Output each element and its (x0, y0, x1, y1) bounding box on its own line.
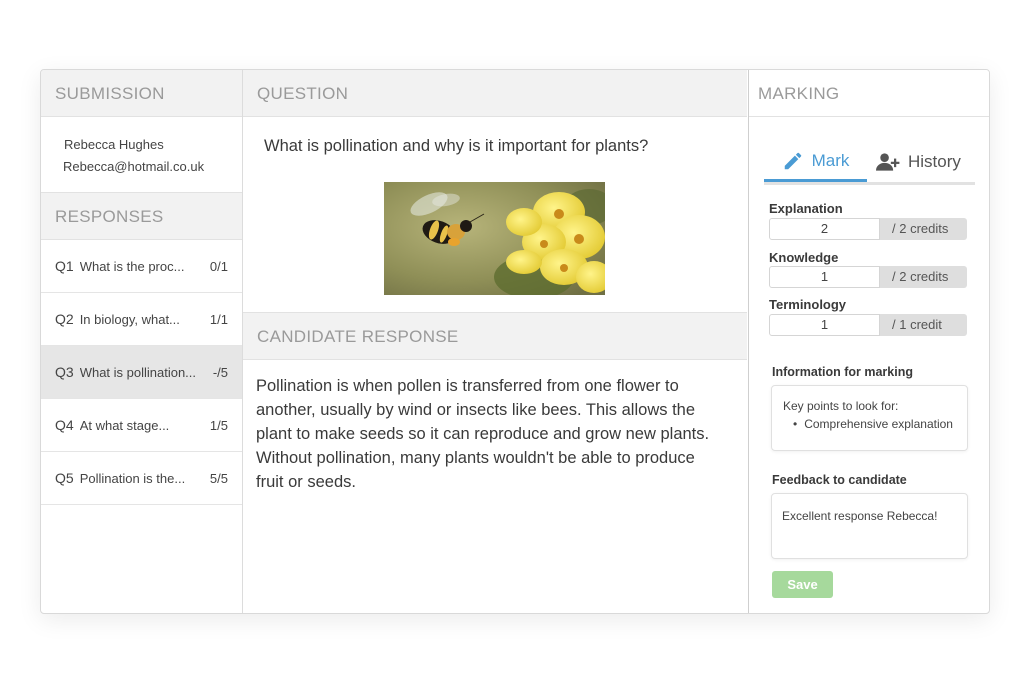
response-item-q3[interactable]: Q3 What is pollination... -/5 (41, 346, 242, 399)
feedback-textarea[interactable]: Excellent response Rebecca! (771, 493, 968, 559)
terminology-max-credits: / 1 credit (880, 314, 967, 336)
question-text: What is pollination and why is it import… (264, 137, 649, 155)
knowledge-max-credits: / 2 credits (880, 266, 967, 288)
marking-info-box: Key points to look for: Comprehensive ex… (771, 385, 968, 451)
response-preview: Pollination is the... (79, 470, 186, 486)
bee-flower-image (384, 182, 605, 295)
marking-app-window: SUBMISSION Rebecca Hughes Rebecca@hotmai… (40, 69, 990, 614)
marking-info-intro: Key points to look for: (783, 399, 899, 413)
submitter-name: Rebecca Hughes (64, 137, 164, 152)
explanation-max-credits: / 2 credits (880, 218, 967, 240)
candidate-answer-text: Pollination is when pollen is transferre… (256, 377, 710, 491)
criterion-row-knowledge: 1 / 2 credits (769, 266, 969, 288)
criterion-label-knowledge: Knowledge (769, 250, 839, 265)
response-number: Q5 (55, 470, 74, 486)
criterion-row-explanation: 2 / 2 credits (769, 218, 969, 240)
response-item-q5[interactable]: Q5 Pollination is the... 5/5 (41, 452, 242, 505)
submission-heading: SUBMISSION (41, 70, 242, 117)
response-number: Q3 (55, 364, 74, 380)
question-heading: QUESTION (243, 70, 747, 117)
marking-tabs: Mark History (764, 142, 975, 185)
submitter-email: Rebecca@hotmail.co.uk (63, 159, 205, 174)
response-score: 5/5 (209, 470, 228, 486)
question-column: QUESTION What is pollination and why is … (243, 70, 747, 613)
marking-info-label: Information for marking (772, 365, 913, 379)
response-preview: What is pollination... (79, 364, 197, 380)
criterion-row-terminology: 1 / 1 credit (769, 314, 969, 336)
question-panel: What is pollination and why is it import… (243, 117, 747, 313)
candidate-response-heading: CANDIDATE RESPONSE (243, 313, 747, 360)
response-preview: In biology, what... (79, 311, 180, 327)
submission-column: SUBMISSION Rebecca Hughes Rebecca@hotmai… (41, 70, 243, 613)
feedback-label: Feedback to candidate (772, 473, 907, 487)
response-number: Q4 (55, 417, 74, 433)
pencil-icon (784, 152, 801, 169)
marking-column: MARKING Mark History Explanation 2 / 2 c… (748, 70, 989, 613)
terminology-score-input[interactable]: 1 (769, 314, 880, 336)
add-user-icon (876, 153, 900, 171)
response-number: Q2 (55, 311, 74, 327)
response-item-q4[interactable]: Q4 At what stage... 1/5 (41, 399, 242, 452)
response-score: -/5 (212, 364, 228, 380)
tab-history[interactable]: History (876, 142, 961, 182)
marking-heading: MARKING (749, 70, 989, 117)
explanation-score-input[interactable]: 2 (769, 218, 880, 240)
marking-info-bullet: Comprehensive explanation (783, 417, 967, 431)
response-score: 1/1 (209, 311, 228, 327)
save-button[interactable]: Save (772, 571, 833, 598)
tab-history-label: History (908, 152, 961, 171)
response-score: 1/5 (209, 417, 228, 433)
tab-mark[interactable]: Mark (764, 142, 867, 182)
criterion-label-explanation: Explanation (769, 201, 843, 216)
response-score: 0/1 (209, 258, 228, 274)
submitter-info: Rebecca Hughes Rebecca@hotmail.co.uk (41, 117, 242, 193)
bee-illustration (384, 182, 605, 295)
tab-mark-label: Mark (811, 150, 850, 170)
knowledge-score-input[interactable]: 1 (769, 266, 880, 288)
responses-heading: RESPONSES (41, 193, 242, 240)
response-item-q2[interactable]: Q2 In biology, what... 1/1 (41, 293, 242, 346)
response-item-q1[interactable]: Q1 What is the proc... 0/1 (41, 240, 242, 293)
response-preview: What is the proc... (79, 258, 185, 274)
responses-list: Q1 What is the proc... 0/1 Q2 In biology… (41, 240, 242, 505)
criterion-label-terminology: Terminology (769, 297, 847, 312)
response-preview: At what stage... (79, 417, 170, 433)
response-number: Q1 (55, 258, 74, 274)
